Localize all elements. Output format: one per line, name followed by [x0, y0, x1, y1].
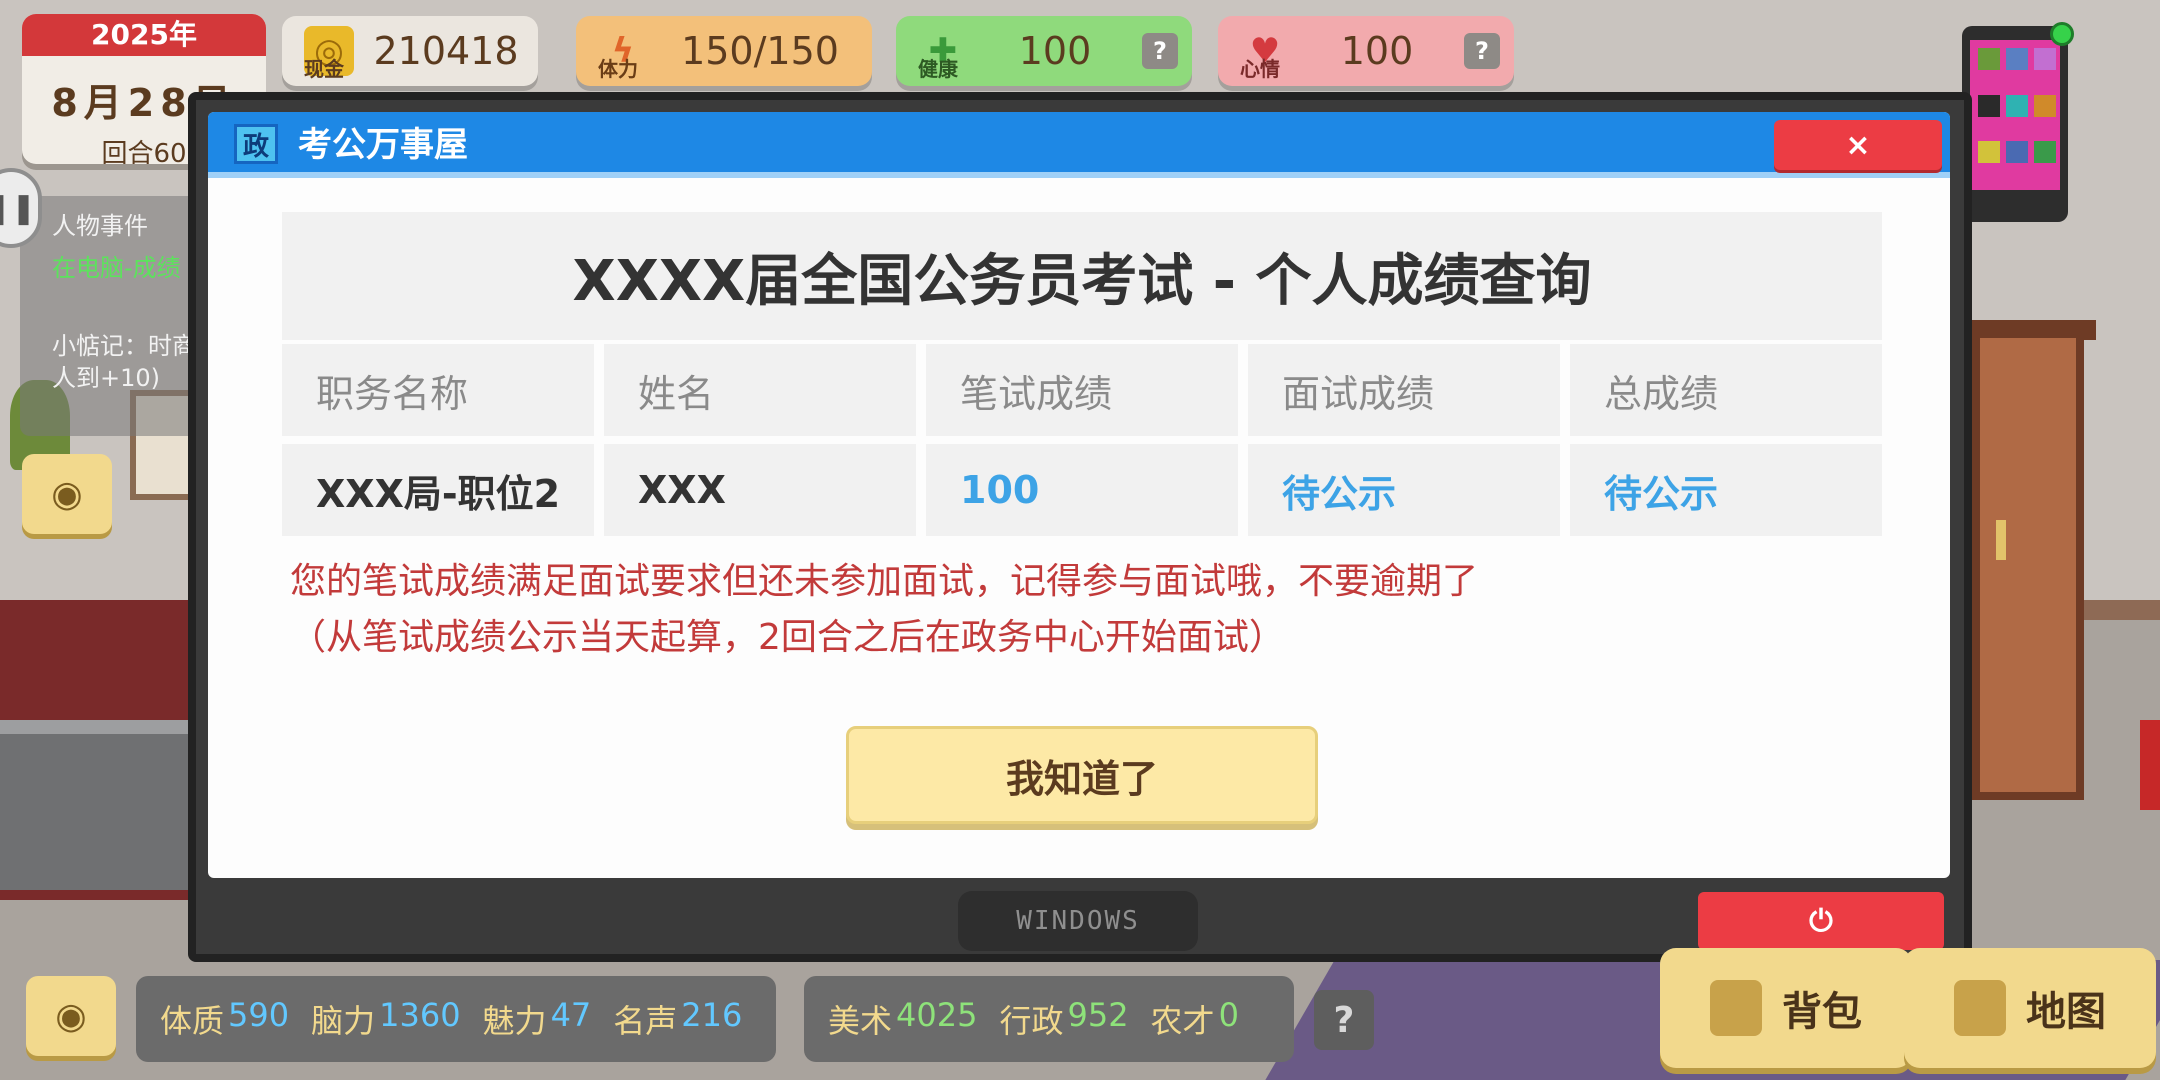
result-table: XXXX届全国公务员考试 - 个人成绩查询 职务名称 姓名 笔试成绩 面试成绩 …: [282, 212, 1882, 542]
quest-item[interactable]: 人物事件: [52, 210, 202, 242]
written-score-cell: 100: [926, 444, 1238, 536]
map-button[interactable]: 地图: [1904, 948, 2156, 1068]
bag-button[interactable]: 背包: [1660, 948, 1912, 1068]
bag-icon: [1710, 980, 1762, 1036]
attribute-item: 脑力 1360: [311, 996, 460, 1042]
eye-icon[interactable]: ◉: [22, 454, 112, 534]
quest-panel: 人物事件 在电脑-成绩 小惦记：时商人到+10): [20, 196, 210, 436]
windows-label: WINDOWS: [958, 891, 1198, 951]
attribute-name: 魅力: [482, 1002, 547, 1040]
phone-screen: [1970, 40, 2060, 190]
attribute-item: 体质 590: [160, 996, 289, 1042]
attribute-value: 1360: [379, 996, 461, 1034]
table-header-row: 职务名称 姓名 笔试成绩 面试成绩 总成绩: [282, 344, 1882, 436]
attribute-item: 魅力 47: [483, 996, 592, 1042]
dialog-titlebar: 政 考公万事屋 ×: [208, 112, 1950, 178]
attribute-name: 农才: [1150, 1002, 1215, 1040]
quest-item[interactable]: 小惦记：时商人到+10): [52, 330, 202, 426]
health-value: 100: [1018, 29, 1092, 73]
attributes-panel-right: 美术 4025 行政 952 农才 0: [804, 976, 1294, 1062]
result-heading: XXXX届全国公务员考试 - 个人成绩查询: [282, 212, 1882, 340]
phone-app-icon: [2006, 141, 2028, 164]
phone-app-icon: [2006, 94, 2028, 117]
exit-door[interactable]: [1972, 330, 2084, 800]
health-help-button[interactable]: ?: [1142, 33, 1178, 69]
bed: [0, 720, 190, 890]
fire-extinguisher: [2140, 720, 2160, 810]
attribute-name: 美术: [828, 1002, 893, 1040]
column-header: 总成绩: [1570, 344, 1882, 436]
quest-text: 在电脑-成绩: [52, 254, 181, 282]
column-header: 笔试成绩: [926, 344, 1238, 436]
attribute-name: 行政: [999, 1002, 1064, 1040]
attribute-value: 216: [681, 996, 743, 1034]
attribute-value: 590: [228, 996, 290, 1034]
total-score-cell: 待公示: [1570, 444, 1882, 536]
mood-value: 100: [1340, 29, 1414, 73]
attribute-name: 体质: [160, 1002, 225, 1040]
health-stat: ✚ 健康 100 ?: [896, 16, 1192, 86]
phone-app-icon: [2006, 48, 2028, 70]
stamina-label: 体力: [598, 57, 638, 81]
phone-app-icon: [1978, 141, 2000, 164]
acknowledge-button[interactable]: 我知道了: [846, 726, 1318, 824]
phone-button[interactable]: [1962, 26, 2068, 222]
power-button[interactable]: ⏻: [1698, 892, 1944, 950]
exam-result-dialog: 政 考公万事屋 × XXXX届全国公务员考试 - 个人成绩查询 职务名称 姓名 …: [208, 112, 1950, 878]
bag-label: 背包: [1782, 989, 1862, 1035]
attribute-value: 47: [550, 996, 592, 1034]
notice-line: 您的笔试成绩满足面试要求但还未参加面试，记得参与面试哦，不要逾期了: [290, 561, 1479, 602]
quest-text: 人物事件: [52, 212, 148, 240]
attributes-help-button[interactable]: ?: [1314, 990, 1374, 1050]
phone-app-icon: [1978, 94, 2000, 117]
gov-badge-icon: 政: [234, 124, 278, 164]
mood-stat: ♥ 心情 100 ?: [1218, 16, 1514, 86]
notice-line: （从笔试成绩公示当天起算，2回合之后在政务中心开始面试）: [290, 617, 1285, 658]
stamina-stat: ϟ 体力 150/150: [576, 16, 872, 86]
close-button[interactable]: ×: [1774, 120, 1942, 170]
mood-label: 心情: [1240, 57, 1280, 81]
interview-notice: 您的笔试成绩满足面试要求但还未参加面试，记得参与面试哦，不要逾期了 （从笔试成绩…: [290, 554, 1850, 666]
cash-label: 现金: [304, 57, 344, 81]
interview-score-cell: 待公示: [1248, 444, 1560, 536]
phone-app-icon: [2034, 94, 2056, 117]
mood-help-button[interactable]: ?: [1464, 33, 1500, 69]
map-icon: [1954, 980, 2006, 1036]
attributes-panel-left: 体质 590 脑力 1360 魅力 47 名声 216: [136, 976, 776, 1062]
quest-item[interactable]: 在电脑-成绩: [52, 252, 202, 316]
attribute-item: 名声 216: [613, 996, 742, 1042]
calendar-year: 2025年: [22, 14, 266, 56]
map-label: 地图: [2026, 989, 2106, 1035]
attribute-value: 4025: [896, 996, 978, 1034]
column-header: 面试成绩: [1248, 344, 1560, 436]
table-row: XXX局-职位2 XXX 100 待公示 待公示: [282, 444, 1882, 536]
attribute-value: 952: [1067, 996, 1129, 1034]
column-header: 姓名: [604, 344, 916, 436]
attribute-value: 0: [1218, 996, 1239, 1034]
attribute-name: 名声: [613, 1002, 678, 1040]
cash-value: 210418: [373, 29, 519, 73]
position-cell: XXX局-职位2: [282, 444, 594, 536]
cash-stat: ◎ 现金 210418: [282, 16, 538, 86]
attribute-item: 农才 0: [1151, 996, 1239, 1042]
attribute-item: 行政 952: [999, 996, 1128, 1042]
attribute-item: 美术 4025: [828, 996, 977, 1042]
stamina-value: 150/150: [681, 29, 839, 73]
phone-app-icon: [1978, 48, 2000, 70]
dialog-title: 考公万事屋: [298, 125, 468, 165]
phone-app-icon: [2034, 141, 2056, 164]
attribute-name: 脑力: [311, 1002, 376, 1040]
eye-icon[interactable]: ◉: [26, 976, 116, 1056]
name-cell: XXX: [604, 444, 916, 536]
column-header: 职务名称: [282, 344, 594, 436]
door-knob: [1996, 520, 2006, 560]
health-label: 健康: [918, 57, 958, 81]
quest-text: 小惦记：时商人到+10): [52, 332, 196, 392]
power-icon: ⏻: [1809, 903, 1833, 939]
notification-dot: [2050, 22, 2074, 46]
phone-app-icon: [2034, 48, 2056, 70]
